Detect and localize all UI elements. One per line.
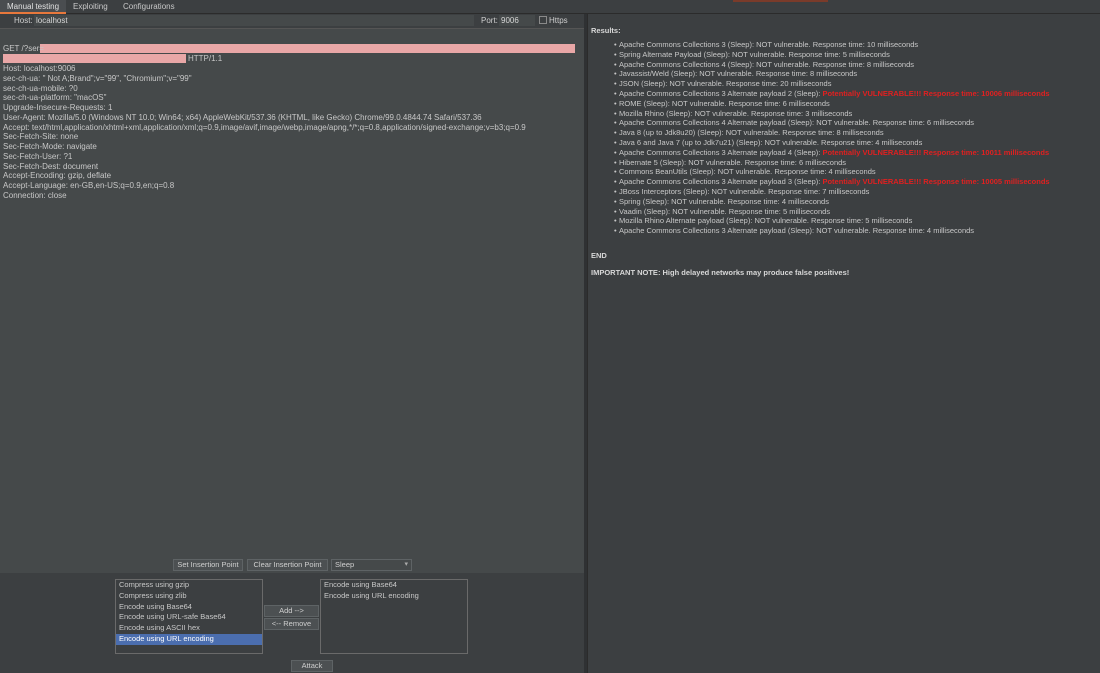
result-text: Apache Commons Collections 3 (Sleep): NO… (619, 40, 919, 49)
result-item: • JBoss Interceptors (Sleep): NOT vulnera… (614, 187, 1050, 197)
result-text: Apache Commons Collections 4 (Sleep): NO… (619, 59, 914, 69)
result-text: Mozilla Rhino (Sleep): NOT vulnerable. R… (619, 108, 853, 118)
port-input[interactable]: 9006 (499, 15, 535, 26)
request-header-line: Accept: text/html,application/xhtml+xml,… (3, 122, 526, 132)
result-item: • JSON (Sleep): NOT vulnerable. Response … (614, 79, 1050, 89)
payload-type-value: Sleep (335, 560, 355, 569)
available-encoding-item[interactable]: Encode using URL-safe Base64 (116, 612, 262, 623)
payload-type-select[interactable]: Sleep ▾ (331, 559, 412, 571)
result-text: Commons BeanUtils (Sleep): NOT vulnerabl… (619, 167, 876, 177)
result-text: Java 6 and Java 7 (up to Jdk7u21) (Sleep… (619, 137, 923, 147)
available-encodings-list[interactable]: Compress using gzip Compress using zlib En… (115, 579, 263, 654)
available-encoding-item[interactable]: Compress using zlib (116, 591, 262, 602)
important-note: IMPORTANT NOTE: High delayed networks ma… (591, 268, 850, 277)
host-bar: Host: localhost Port: 9006 Https (0, 14, 584, 27)
https-checkbox[interactable] (539, 16, 547, 24)
chevron-down-icon: ▾ (404, 561, 408, 568)
result-text: Java 8 (up to Jdk8u20) (Sleep): NOT vuln… (619, 128, 884, 138)
result-item: • Vaadin (Sleep): NOT vulnerable. Respons… (614, 207, 1050, 217)
result-text: Vaadin (Sleep): NOT vulnerable. Response… (619, 206, 831, 216)
available-encoding-item[interactable]: Encode using URL encoding (116, 633, 262, 645)
result-item: • Apache Commons Collections 3 Alternate … (614, 226, 1050, 236)
host-label: Host: (14, 16, 33, 25)
applied-encoding-item[interactable]: Encode using Base64 (321, 580, 467, 591)
applied-encoding-item[interactable]: Encode using URL encoding (321, 591, 467, 602)
result-text: Javassist/Weld (Sleep): NOT vulnerable. … (619, 69, 858, 79)
result-text: Spring (Sleep): NOT vulnerable. Response… (619, 196, 829, 206)
payload-highlight (40, 44, 575, 53)
request-header-line: Host: localhost:9006 (3, 64, 76, 73)
result-text: Hibernate 5 (Sleep): NOT vulnerable. Res… (619, 157, 847, 167)
request-header-line: Accept-Encoding: gzip, deflate (3, 171, 112, 181)
result-item: • Apache Commons Collections 3 Alternate … (614, 177, 1050, 187)
tab-bar: Manual testing Exploiting Configurations (0, 0, 1100, 14)
port-label: Port: (481, 16, 498, 25)
result-item: • Hibernate 5 (Sleep): NOT vulnerable. Re… (614, 158, 1050, 168)
request-header-line: sec-ch-ua: " Not A;Brand";v="99", "Chrom… (3, 73, 192, 83)
add-encoding-button[interactable]: Add --> (264, 605, 319, 617)
request-header-line: Upgrade-Insecure-Requests: 1 (3, 103, 113, 112)
result-item: • Apache Commons Collections 4 Alternate … (614, 118, 1050, 128)
result-item: • Mozilla Rhino (Sleep): NOT vulnerable. … (614, 109, 1050, 119)
result-text: Mozilla Rhino Alternate payload (Sleep):… (619, 216, 913, 226)
applied-encodings-list[interactable]: Encode using Base64 Encode using URL enco… (320, 579, 468, 654)
clear-insertion-point-button[interactable]: Clear Insertion Point (247, 559, 328, 571)
result-text: ROME (Sleep): NOT vulnerable. Response t… (619, 98, 830, 108)
attack-button[interactable]: Attack (291, 660, 333, 672)
results-list: • Apache Commons Collections 3 (Sleep): N… (614, 40, 1050, 236)
tab-exploiting[interactable]: Exploiting (66, 0, 115, 14)
result-item: • Javassist/Weld (Sleep): NOT vulnerable.… (614, 69, 1050, 79)
manual-testing-panel: Host: localhost Port: 9006 Https GET /?s… (0, 14, 584, 673)
result-item: • Spring (Sleep): NOT vulnerable. Respons… (614, 197, 1050, 207)
result-item: • Apache Commons Collections 3 Alternate … (614, 148, 1050, 158)
request-header-line: Sec-Fetch-Dest: document (3, 161, 99, 171)
result-text: Apache Commons Collections 3 Alternate p… (619, 177, 823, 187)
request-header-line: Connection: close (3, 190, 67, 200)
result-item: • Spring Alternate Payload (Sleep): NOT v… (614, 50, 1050, 60)
https-label: Https (549, 16, 568, 25)
available-encoding-item[interactable]: Compress using gzip (116, 580, 262, 591)
remove-encoding-button[interactable]: <-- Remove (264, 618, 319, 630)
host-input[interactable]: localhost (34, 15, 474, 26)
request-header-line: User-Agent: Mozilla/5.0 (Windows NT 10.0… (3, 112, 482, 122)
window-accent-bar (733, 0, 828, 2)
result-item: • Commons BeanUtils (Sleep): NOT vulnerab… (614, 167, 1050, 177)
result-item: • Java 8 (up to Jdk8u20) (Sleep): NOT vul… (614, 128, 1050, 138)
vulnerable-result-text: Potentially VULNERABLE!!! Response time:… (822, 177, 1050, 187)
request-header-line: sec-ch-ua-mobile: ?0 (3, 83, 78, 93)
result-item: • Apache Commons Collections 4 (Sleep): N… (614, 60, 1050, 70)
result-item: • Mozilla Rhino Alternate payload (Sleep)… (614, 216, 1050, 226)
payload-highlight-continued (3, 54, 186, 63)
results-title: Results: (591, 26, 621, 35)
result-text: JSON (Sleep): NOT vulnerable. Response t… (619, 79, 832, 89)
set-insertion-point-button[interactable]: Set Insertion Point (173, 559, 243, 571)
result-item: • Apache Commons Collections 3 Alternate … (614, 89, 1050, 99)
vulnerable-result-text: Potentially VULNERABLE!!! Response time:… (822, 147, 1050, 157)
request-header-line: Accept-Language: en-GB,en-US;q=0.9,en;q=… (3, 181, 175, 190)
available-encoding-item[interactable]: Encode using ASCII hex (116, 623, 262, 634)
request-protocol: HTTP/1.1 (188, 54, 223, 63)
vulnerable-result-text: Potentially VULNERABLE!!! Response time:… (822, 88, 1050, 98)
available-encoding-item[interactable]: Encode using Base64 (116, 602, 262, 613)
results-end: END (591, 251, 607, 260)
tab-configurations[interactable]: Configurations (116, 0, 182, 14)
result-item: • ROME (Sleep): NOT vulnerable. Response … (614, 99, 1050, 109)
result-text: Spring Alternate Payload (Sleep): NOT vu… (619, 49, 890, 59)
result-text: Apache Commons Collections 3 Alternate p… (619, 147, 823, 157)
result-item: • Apache Commons Collections 3 (Sleep): N… (614, 40, 1050, 50)
result-text: Apache Commons Collections 3 Alternate p… (619, 88, 823, 98)
insertion-controls: Set Insertion Point Clear Insertion Poin… (0, 559, 584, 573)
result-text: JBoss Interceptors (Sleep): NOT vulnerab… (619, 186, 870, 196)
result-item: • Java 6 and Java 7 (up to Jdk7u21) (Slee… (614, 138, 1050, 148)
request-header-line: sec-ch-ua-platform: "macOS" (3, 93, 107, 103)
results-panel: Results: • Apache Commons Collections 3 (… (587, 14, 1100, 673)
tab-manual-testing[interactable]: Manual testing (0, 0, 67, 14)
request-header-line: Sec-Fetch-Mode: navigate (3, 142, 97, 151)
request-header-line: Sec-Fetch-User: ?1 (3, 151, 73, 161)
result-text: Apache Commons Collections 3 Alternate p… (619, 226, 975, 236)
result-text: Apache Commons Collections 4 Alternate p… (619, 118, 975, 128)
request-editor[interactable]: GET /?ser= HTTP/1.1 Host: localhost:9006… (0, 28, 584, 573)
request-header-line: Sec-Fetch-Site: none (3, 132, 79, 142)
request-line: GET /?ser= (3, 44, 44, 53)
